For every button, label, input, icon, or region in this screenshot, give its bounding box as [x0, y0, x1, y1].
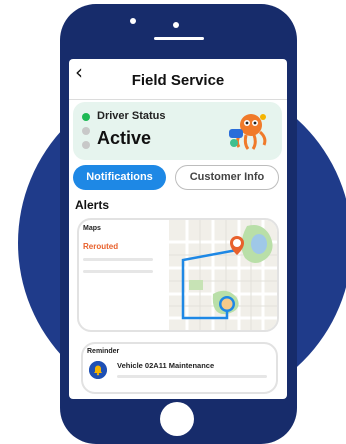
- driver-status-value: Active: [97, 128, 152, 148]
- app-screen: ‹ Field Service Driver Status Active Not…: [69, 59, 287, 399]
- alerts-heading: Alerts: [75, 198, 110, 212]
- page-title: Field Service: [131, 72, 225, 89]
- driver-status-card: Driver Status Active: [73, 102, 282, 160]
- status-dot-inactive: [82, 127, 90, 135]
- route-map[interactable]: [169, 220, 277, 330]
- tab-notifications[interactable]: Notifications: [73, 165, 166, 190]
- placeholder-line: [83, 258, 153, 261]
- speaker-grille: [154, 37, 204, 40]
- reminder-title: Vehicle 02A11 Maintenance: [117, 361, 215, 370]
- map-card-label: Maps: [83, 225, 101, 232]
- rerouted-status: Rerouted: [83, 242, 119, 251]
- tab-customer-info[interactable]: Customer Info: [175, 165, 279, 190]
- status-dot-inactive: [82, 141, 90, 149]
- camera-dot: [130, 18, 136, 24]
- map-alert-card[interactable]: Maps Rerouted: [77, 218, 279, 332]
- reminder-label: Reminder: [87, 348, 120, 355]
- header-divider: [69, 99, 287, 100]
- driver-status-label: Driver Status: [97, 110, 166, 122]
- bell-icon: [89, 361, 107, 379]
- status-dot-active: [82, 113, 90, 121]
- destination-pin-icon: [219, 296, 235, 312]
- placeholder-line: [83, 270, 153, 273]
- reminder-card[interactable]: Reminder Vehicle 02A11 Maintenance: [81, 342, 278, 394]
- placeholder-line: [117, 375, 267, 378]
- octopus-mascot-icon: [229, 114, 267, 150]
- home-button[interactable]: [160, 402, 194, 436]
- sensor-dot: [173, 22, 179, 28]
